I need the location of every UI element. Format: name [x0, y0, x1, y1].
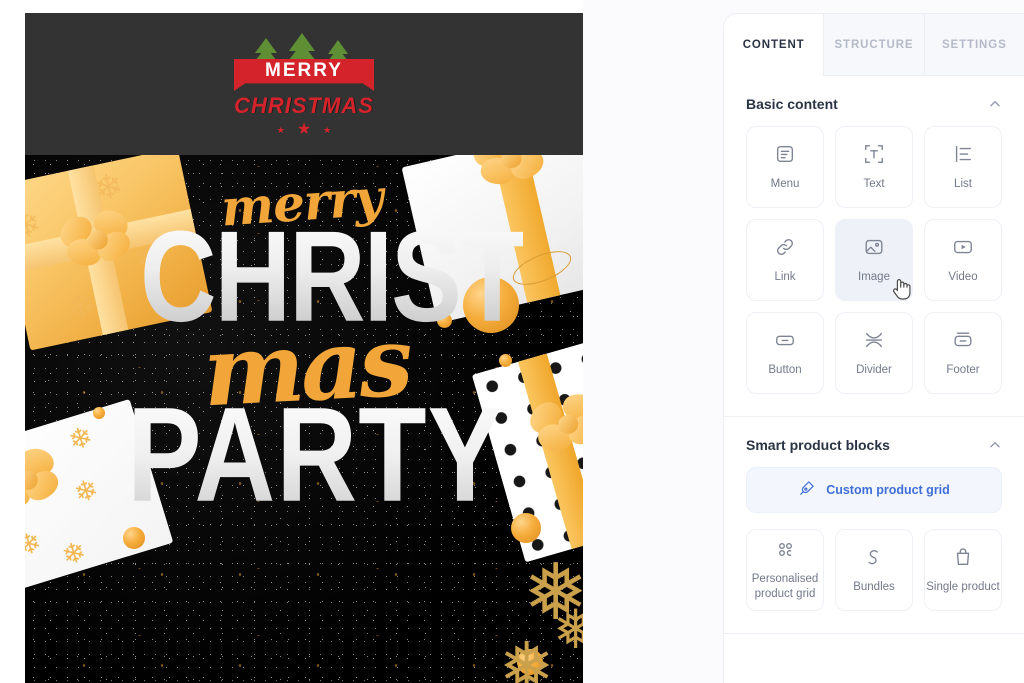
tab-content[interactable]: CONTENT — [724, 14, 824, 76]
block-menu-label: Menu — [770, 177, 800, 190]
section-divider — [724, 633, 1024, 634]
button-block-icon — [774, 329, 796, 356]
section-title-smart-product-blocks: Smart product blocks — [746, 437, 890, 453]
section-header-smart-product-blocks[interactable]: Smart product blocks — [724, 417, 1024, 467]
block-image[interactable]: Image — [835, 219, 913, 301]
tab-settings[interactable]: SETTINGS — [923, 14, 1024, 76]
block-menu[interactable]: Menu — [746, 126, 824, 208]
block-single-product-label: Single product — [926, 580, 1000, 593]
email-header-block[interactable]: MERRY CHRISTMAS ★ ★ ★ — [25, 13, 583, 155]
logo-script-text: CHRISTMAS — [234, 93, 374, 118]
logo-banner: MERRY — [234, 59, 374, 91]
smart-product-blocks-grid: Personalised product grid Bundles Single… — [724, 529, 1024, 633]
block-divider[interactable]: Divider — [835, 312, 913, 394]
star-icon: ★ — [323, 124, 332, 135]
grid-block-icon — [775, 539, 796, 565]
email-image-block[interactable]: ❄ ❄ ❄ ❄ ❄ ❄ ❄ ❅ ❅ ❅ merry CHRIST mas PAR… — [25, 155, 583, 683]
tab-structure-label: STRUCTURE — [834, 38, 914, 51]
logo-banner-text: MERRY — [265, 60, 343, 81]
block-personalised-product-grid-label: Personalised product grid — [751, 573, 819, 600]
tab-content-label: CONTENT — [742, 38, 805, 51]
block-button-label: Button — [768, 363, 802, 376]
tab-settings-label: SETTINGS — [941, 38, 1007, 51]
email-document[interactable]: MERRY CHRISTMAS ★ ★ ★ ❄ ❄ ❄ ❄ ❄ ❄ ❄ ❅ ❅ … — [25, 13, 583, 683]
custom-product-grid-label: Custom product grid — [826, 483, 950, 497]
section-title-basic-content: Basic content — [746, 96, 838, 112]
shopping-bag-icon — [952, 546, 974, 573]
panel-tabs: CONTENT STRUCTURE SETTINGS — [724, 14, 1024, 76]
chevron-up-icon[interactable] — [988, 438, 1002, 452]
block-bundles[interactable]: Bundles — [835, 529, 913, 611]
bundles-icon — [863, 546, 885, 573]
list-block-icon — [952, 143, 974, 170]
block-link[interactable]: Link — [746, 219, 824, 301]
poster-typography: merry CHRIST mas PARTY — [25, 155, 583, 683]
block-link-label: Link — [774, 270, 796, 283]
chevron-up-icon[interactable] — [988, 97, 1002, 111]
basic-content-grid: Menu Text List Link Image Video Button D… — [724, 126, 1024, 416]
menu-block-icon — [774, 143, 796, 170]
block-footer-label: Footer — [946, 363, 980, 376]
star-row: ★ ★ ★ — [219, 122, 389, 138]
block-video[interactable]: Video — [924, 219, 1002, 301]
link-block-icon — [774, 236, 796, 263]
poster-line-party: PARTY — [127, 377, 503, 532]
text-block-icon — [863, 143, 885, 170]
divider-block-icon — [863, 329, 885, 356]
content-blocks-panel: CONTENT STRUCTURE SETTINGS Basic content… — [723, 13, 1024, 683]
pen-nib-icon — [798, 478, 817, 502]
block-video-label: Video — [948, 270, 978, 283]
image-block-icon — [863, 236, 885, 263]
block-image-label: Image — [858, 270, 890, 283]
block-footer[interactable]: Footer — [924, 312, 1002, 394]
star-icon: ★ — [276, 124, 285, 135]
block-personalised-product-grid[interactable]: Personalised product grid — [746, 529, 824, 611]
block-text-label: Text — [863, 177, 885, 190]
block-single-product[interactable]: Single product — [924, 529, 1002, 611]
footer-block-icon — [952, 329, 974, 356]
block-list-label: List — [954, 177, 972, 190]
section-header-basic-content[interactable]: Basic content — [724, 76, 1024, 126]
block-list[interactable]: List — [924, 126, 1002, 208]
block-bundles-label: Bundles — [853, 580, 895, 593]
custom-product-grid-button[interactable]: Custom product grid — [746, 467, 1002, 513]
star-icon: ★ — [296, 121, 312, 138]
merry-christmas-logo: MERRY CHRISTMAS ★ ★ ★ — [219, 33, 389, 138]
block-text[interactable]: Text — [835, 126, 913, 208]
tab-structure[interactable]: STRUCTURE — [823, 14, 924, 76]
block-divider-label: Divider — [856, 363, 892, 376]
block-button[interactable]: Button — [746, 312, 824, 394]
video-block-icon — [952, 236, 974, 263]
email-builder-screen: MERRY CHRISTMAS ★ ★ ★ ❄ ❄ ❄ ❄ ❄ ❄ ❄ ❅ ❅ … — [0, 0, 1024, 683]
